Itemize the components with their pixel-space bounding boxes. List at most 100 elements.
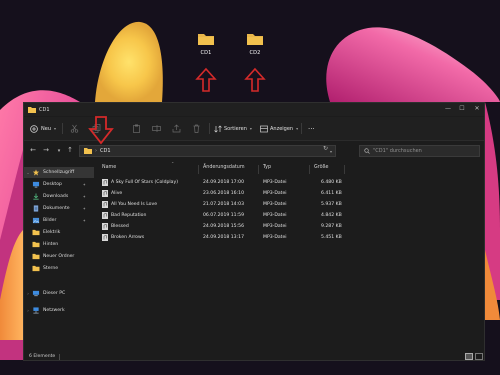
file-date: 24.09.2018 13:17 [203,235,245,240]
search-box[interactable] [359,145,480,157]
paste-icon[interactable] [132,124,141,133]
file-row[interactable]: A Sky Full Of Stars (Coldplay) 24.09.201… [102,178,474,188]
file-type: MP3-Datei [263,213,287,218]
file-type: MP3-Datei [263,235,287,240]
search-input[interactable] [373,148,473,154]
file-name: Broken Arrows [111,235,145,240]
nav-item-this-pc[interactable]: › Dieser PC [24,288,94,299]
nav-item-folder[interactable]: Sterne [24,263,94,274]
chevron-down-icon[interactable]: ▾ [330,149,332,154]
nav-item-desktop[interactable]: Desktop ✦ [24,179,94,190]
nav-item-quick-access[interactable]: ⌄ Schnellzugriff [24,167,94,178]
chevron-right-icon[interactable]: › [24,308,32,313]
file-date: 23.06.2018 16:10 [203,191,245,196]
column-divider[interactable] [344,165,345,174]
file-name: Bad Reputation [111,213,147,218]
audio-file-icon [102,223,108,230]
audio-file-icon [102,212,108,219]
view-button[interactable]: Anzeigen ▾ [260,122,298,135]
minimize-button[interactable]: — [441,105,455,112]
sort-button[interactable]: Sortieren ▾ [214,122,252,135]
file-row[interactable]: Blessed 24.09.2018 15:56 MP3-Datei 9.287… [102,222,474,232]
column-header-size[interactable]: Größe [314,165,329,174]
file-list: ⌃ Name Änderungsdatum Typ Größe A Sky Fu… [102,161,482,351]
pin-icon: ✦ [82,194,86,199]
file-size: 9.287 KB [321,224,342,229]
folder-icon [28,106,36,113]
rename-icon[interactable] [152,124,161,133]
folder-icon [84,148,92,154]
file-type: MP3-Datei [263,180,287,185]
more-options-button[interactable]: ··· [308,122,315,135]
red-arrow-up-icon [195,67,217,92]
file-date: 06.07.2019 11:59 [203,213,245,218]
maximize-button[interactable]: ☐ [455,105,469,112]
status-bar: 6 Elemente [24,351,484,360]
file-date: 21.07.2018 14:03 [203,202,245,207]
file-date: 24.09.2018 17:00 [203,180,245,185]
star-icon [32,169,40,176]
status-divider [59,354,60,360]
column-header-date[interactable]: Änderungsdatum [203,165,245,174]
desktop-folder-label: CD1 [200,50,212,56]
column-divider[interactable] [309,165,310,174]
audio-file-icon [102,190,108,197]
file-name: Blessed [111,224,129,229]
audio-file-icon [102,234,108,241]
pictures-icon [32,217,40,224]
sort-icon [214,125,222,132]
nav-item-downloads[interactable]: Downloads ✦ [24,191,94,202]
nav-item-label: Downloads [43,194,69,199]
breadcrumb[interactable]: CD1 [100,148,111,154]
nav-item-folder[interactable]: Elektrik [24,227,94,238]
file-type: MP3-Datei [263,191,287,196]
close-button[interactable]: ✕ [470,105,484,112]
folder-icon [32,265,40,272]
details-view-button[interactable] [465,353,473,360]
column-header-name[interactable]: Name [102,165,116,174]
address-bar[interactable]: › CD1 ▾ [79,145,336,157]
nav-item-folder[interactable]: Hinten [24,239,94,250]
nav-item-documents[interactable]: Dokumente ✦ [24,203,94,214]
refresh-icon[interactable]: ↻ [323,145,328,152]
pin-icon: ✦ [82,182,86,187]
column-divider[interactable] [198,165,199,174]
back-arrow-icon[interactable]: ← [28,146,38,154]
tiles-view-button[interactable] [475,353,483,360]
download-icon [33,193,39,200]
folder-icon [32,253,40,260]
plus-circle-icon [30,124,38,133]
up-arrow-icon[interactable]: ↑ [65,146,75,154]
chevron-down-icon[interactable]: ⌄ [24,170,32,175]
desktop-folder-cd1[interactable]: CD1 [191,32,221,56]
cut-icon[interactable] [70,124,79,133]
desktop-folder-cd2[interactable]: CD2 [240,32,270,56]
view-label: Anzeigen [270,125,294,132]
delete-icon[interactable] [192,124,201,133]
desktop-folder-label: CD2 [249,50,261,56]
red-arrow-up-icon [244,67,266,92]
nav-item-folder[interactable]: Neuer Ordner [24,251,94,262]
file-row[interactable]: Bad Reputation 06.07.2019 11:59 MP3-Date… [102,211,474,221]
nav-item-label: Neuer Ordner [43,254,75,259]
share-icon[interactable] [172,124,181,133]
nav-item-network[interactable]: › Netzwerk [24,305,94,316]
file-name: Alive [111,191,123,196]
new-button[interactable]: Neu ▾ [30,122,56,135]
column-header-type[interactable]: Typ [263,165,271,174]
chevron-down-icon: ▾ [249,126,252,131]
navigation-pane: ⌄ Schnellzugriff Desktop ✦ Downloads ✦ D… [24,161,94,351]
item-count: 6 Elemente [29,354,56,359]
recent-chevron-icon[interactable]: ▾ [54,148,64,154]
file-row[interactable]: All You Need Is Love 21.07.2018 14:03 MP… [102,200,474,210]
column-divider[interactable] [258,165,259,174]
nav-item-label: Sterne [43,266,59,271]
chevron-right-icon[interactable]: › [24,291,32,296]
forward-arrow-icon[interactable]: → [41,146,51,154]
file-row[interactable]: Broken Arrows 24.09.2018 13:17 MP3-Datei… [102,233,474,243]
nav-item-pictures[interactable]: Bilder ✦ [24,215,94,226]
new-label: Neu [41,125,51,132]
folder-icon [198,34,214,45]
chevron-right-icon: › [95,148,97,154]
file-row[interactable]: Alive 23.06.2018 16:10 MP3-Datei 6.411 K… [102,189,474,199]
